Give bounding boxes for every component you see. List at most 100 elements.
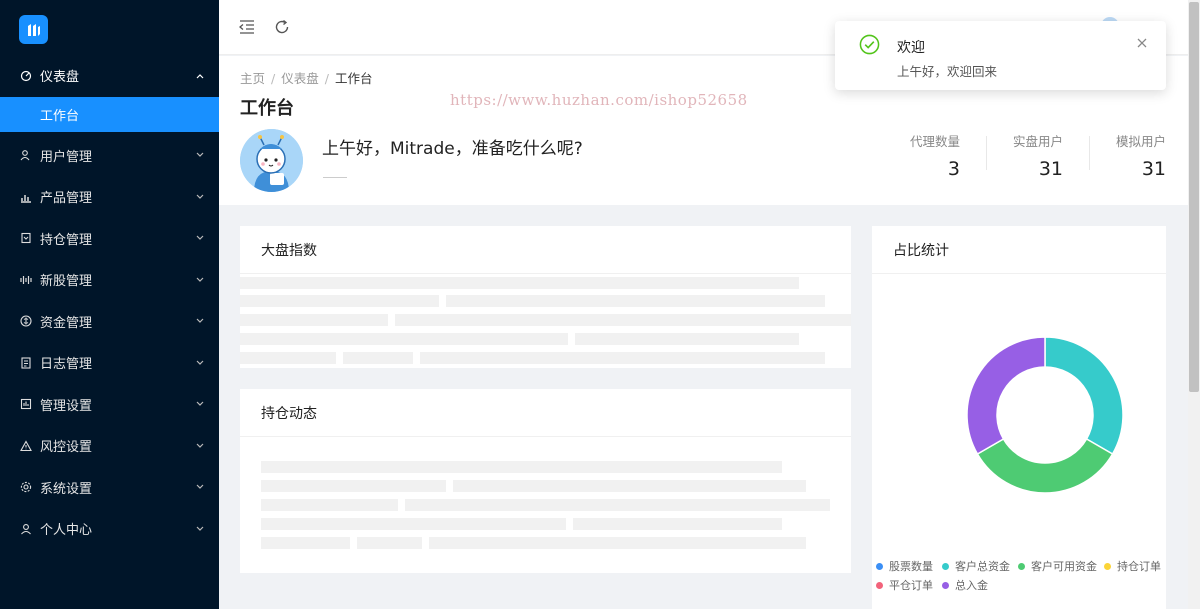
skeleton-line <box>343 352 413 364</box>
donut-slice-1[interactable] <box>1044 336 1124 456</box>
breadcrumb-separator: / <box>324 71 329 86</box>
sidebar-item-users[interactable]: 用户管理 <box>0 135 219 177</box>
legend-label: 客户总资金 <box>955 560 1010 573</box>
sidebar-item-products[interactable]: 产品管理 <box>0 176 219 218</box>
market-index-card: 大盘指数 <box>240 226 851 368</box>
chevron-down-icon <box>195 524 205 534</box>
legend-item[interactable]: 总入金 <box>942 577 988 593</box>
sidebar-item-label: 用户管理 <box>40 149 93 165</box>
skeleton-line <box>240 277 799 289</box>
refresh-icon[interactable] <box>273 18 291 36</box>
legend-dot <box>876 562 883 570</box>
skeleton-line <box>395 314 851 326</box>
card-title: 持仓动态 <box>240 389 851 437</box>
donut-slice-5[interactable] <box>966 336 1046 456</box>
legend-dot <box>942 562 949 570</box>
sidebar-item-label: 新股管理 <box>40 274 93 290</box>
divider <box>323 177 347 178</box>
sidebar-item-label: 管理设置 <box>40 398 93 414</box>
sidebar-item-label: 资金管理 <box>40 315 93 331</box>
brand-logo[interactable] <box>19 15 48 44</box>
chevron-down-icon <box>195 233 205 243</box>
legend-item[interactable]: 客户可用资金 <box>1018 558 1097 574</box>
legend-item[interactable]: 平仓订单 <box>876 577 933 593</box>
collapse-menu-icon[interactable] <box>238 18 256 36</box>
page-title: 工作台 <box>240 98 294 119</box>
stat-label: 模拟用户 <box>1115 134 1166 149</box>
stat-label: 实盘用户 <box>1012 134 1063 149</box>
stat-real-users: 实盘用户 31 <box>1012 131 1063 180</box>
money-icon <box>20 315 32 327</box>
breadcrumb-home[interactable]: 主页 <box>240 71 265 86</box>
sidebar-item-ipo[interactable]: 新股管理 <box>0 259 219 301</box>
sidebar-item-funds[interactable]: 资金管理 <box>0 301 219 343</box>
skeleton-line <box>446 295 825 307</box>
scrollbar-thumb[interactable] <box>1189 2 1199 392</box>
sidebar-subitem-workbench[interactable]: 工作台 <box>0 96 219 132</box>
legend-label: 持仓订单 <box>1117 560 1161 573</box>
chevron-down-icon <box>195 358 205 368</box>
sidebar-item-risk-settings[interactable]: 风控设置 <box>0 425 219 467</box>
sidebar-item-label: 系统设置 <box>40 481 93 497</box>
gear-icon <box>20 481 32 493</box>
donut-slice-2[interactable] <box>976 437 1114 494</box>
sidebar-item-profile[interactable]: 个人中心 <box>0 508 219 550</box>
chevron-down-icon <box>195 150 205 160</box>
sidebar-subitem-label: 工作台 <box>40 108 80 124</box>
legend-label: 股票数量 <box>889 560 933 573</box>
skeleton-line <box>357 537 422 549</box>
chevron-down-icon <box>195 482 205 492</box>
success-check-icon <box>859 34 880 55</box>
breadcrumb: 主页 / 仪表盘 / 工作台 <box>240 68 372 87</box>
sidebar-item-holdings[interactable]: 持仓管理 <box>0 218 219 260</box>
chevron-down-icon <box>195 399 205 409</box>
log-icon <box>20 357 32 369</box>
skeleton-line <box>573 518 782 530</box>
skeleton-line <box>453 480 806 492</box>
welcome-notification: 欢迎 上午好，欢迎回来 <box>835 21 1166 90</box>
admin-settings-icon <box>20 398 32 410</box>
close-icon[interactable] <box>1136 37 1148 49</box>
user-icon <box>20 523 32 535</box>
legend-item[interactable]: 客户总资金 <box>942 558 1010 574</box>
notification-title: 欢迎 <box>897 40 925 56</box>
skeleton-line <box>575 333 799 345</box>
page-scrollbar[interactable] <box>1188 0 1200 609</box>
sidebar-item-dashboard[interactable]: 仪表盘 <box>0 55 219 97</box>
breadcrumb-separator: / <box>271 71 276 86</box>
sidebar-item-label: 日志管理 <box>40 357 93 373</box>
skeleton-line <box>261 518 566 530</box>
skeleton-line <box>240 333 568 345</box>
stat-value: 3 <box>947 158 960 180</box>
stat-agents: 代理数量 3 <box>909 131 960 180</box>
breadcrumb-current: 工作台 <box>334 71 373 86</box>
legend-label: 总入金 <box>955 579 988 592</box>
stat-value: 31 <box>1141 158 1166 180</box>
skeleton-line <box>240 295 439 307</box>
breadcrumb-dashboard[interactable]: 仪表盘 <box>281 71 319 86</box>
ipo-icon <box>20 274 32 286</box>
brand-logo-icon <box>27 23 40 36</box>
donut-chart <box>966 336 1124 494</box>
skeleton-line <box>261 480 446 492</box>
legend-item[interactable]: 股票数量 <box>876 558 933 574</box>
skeleton-line <box>420 352 825 364</box>
stat-value: 31 <box>1038 158 1063 180</box>
sidebar-item-logs[interactable]: 日志管理 <box>0 342 219 384</box>
legend-item[interactable]: 持仓订单 <box>1104 558 1161 574</box>
holdings-activity-card: 持仓动态 <box>240 389 851 573</box>
skeleton-line <box>429 537 806 549</box>
stat-demo-users: 模拟用户 31 <box>1115 131 1166 180</box>
legend-label: 平仓订单 <box>889 579 933 592</box>
sidebar-item-label: 风控设置 <box>40 440 93 456</box>
chevron-down-icon <box>195 275 205 285</box>
users-icon <box>20 149 32 161</box>
sidebar-item-admin-settings[interactable]: 管理设置 <box>0 384 219 426</box>
legend-dot <box>876 581 883 589</box>
sidebar-item-system-settings[interactable]: 系统设置 <box>0 467 219 509</box>
legend-label: 客户可用资金 <box>1031 560 1097 573</box>
skeleton-line <box>261 537 350 549</box>
avatar <box>240 129 303 192</box>
stat-divider <box>986 136 987 170</box>
sidebar-item-label: 持仓管理 <box>40 232 93 248</box>
